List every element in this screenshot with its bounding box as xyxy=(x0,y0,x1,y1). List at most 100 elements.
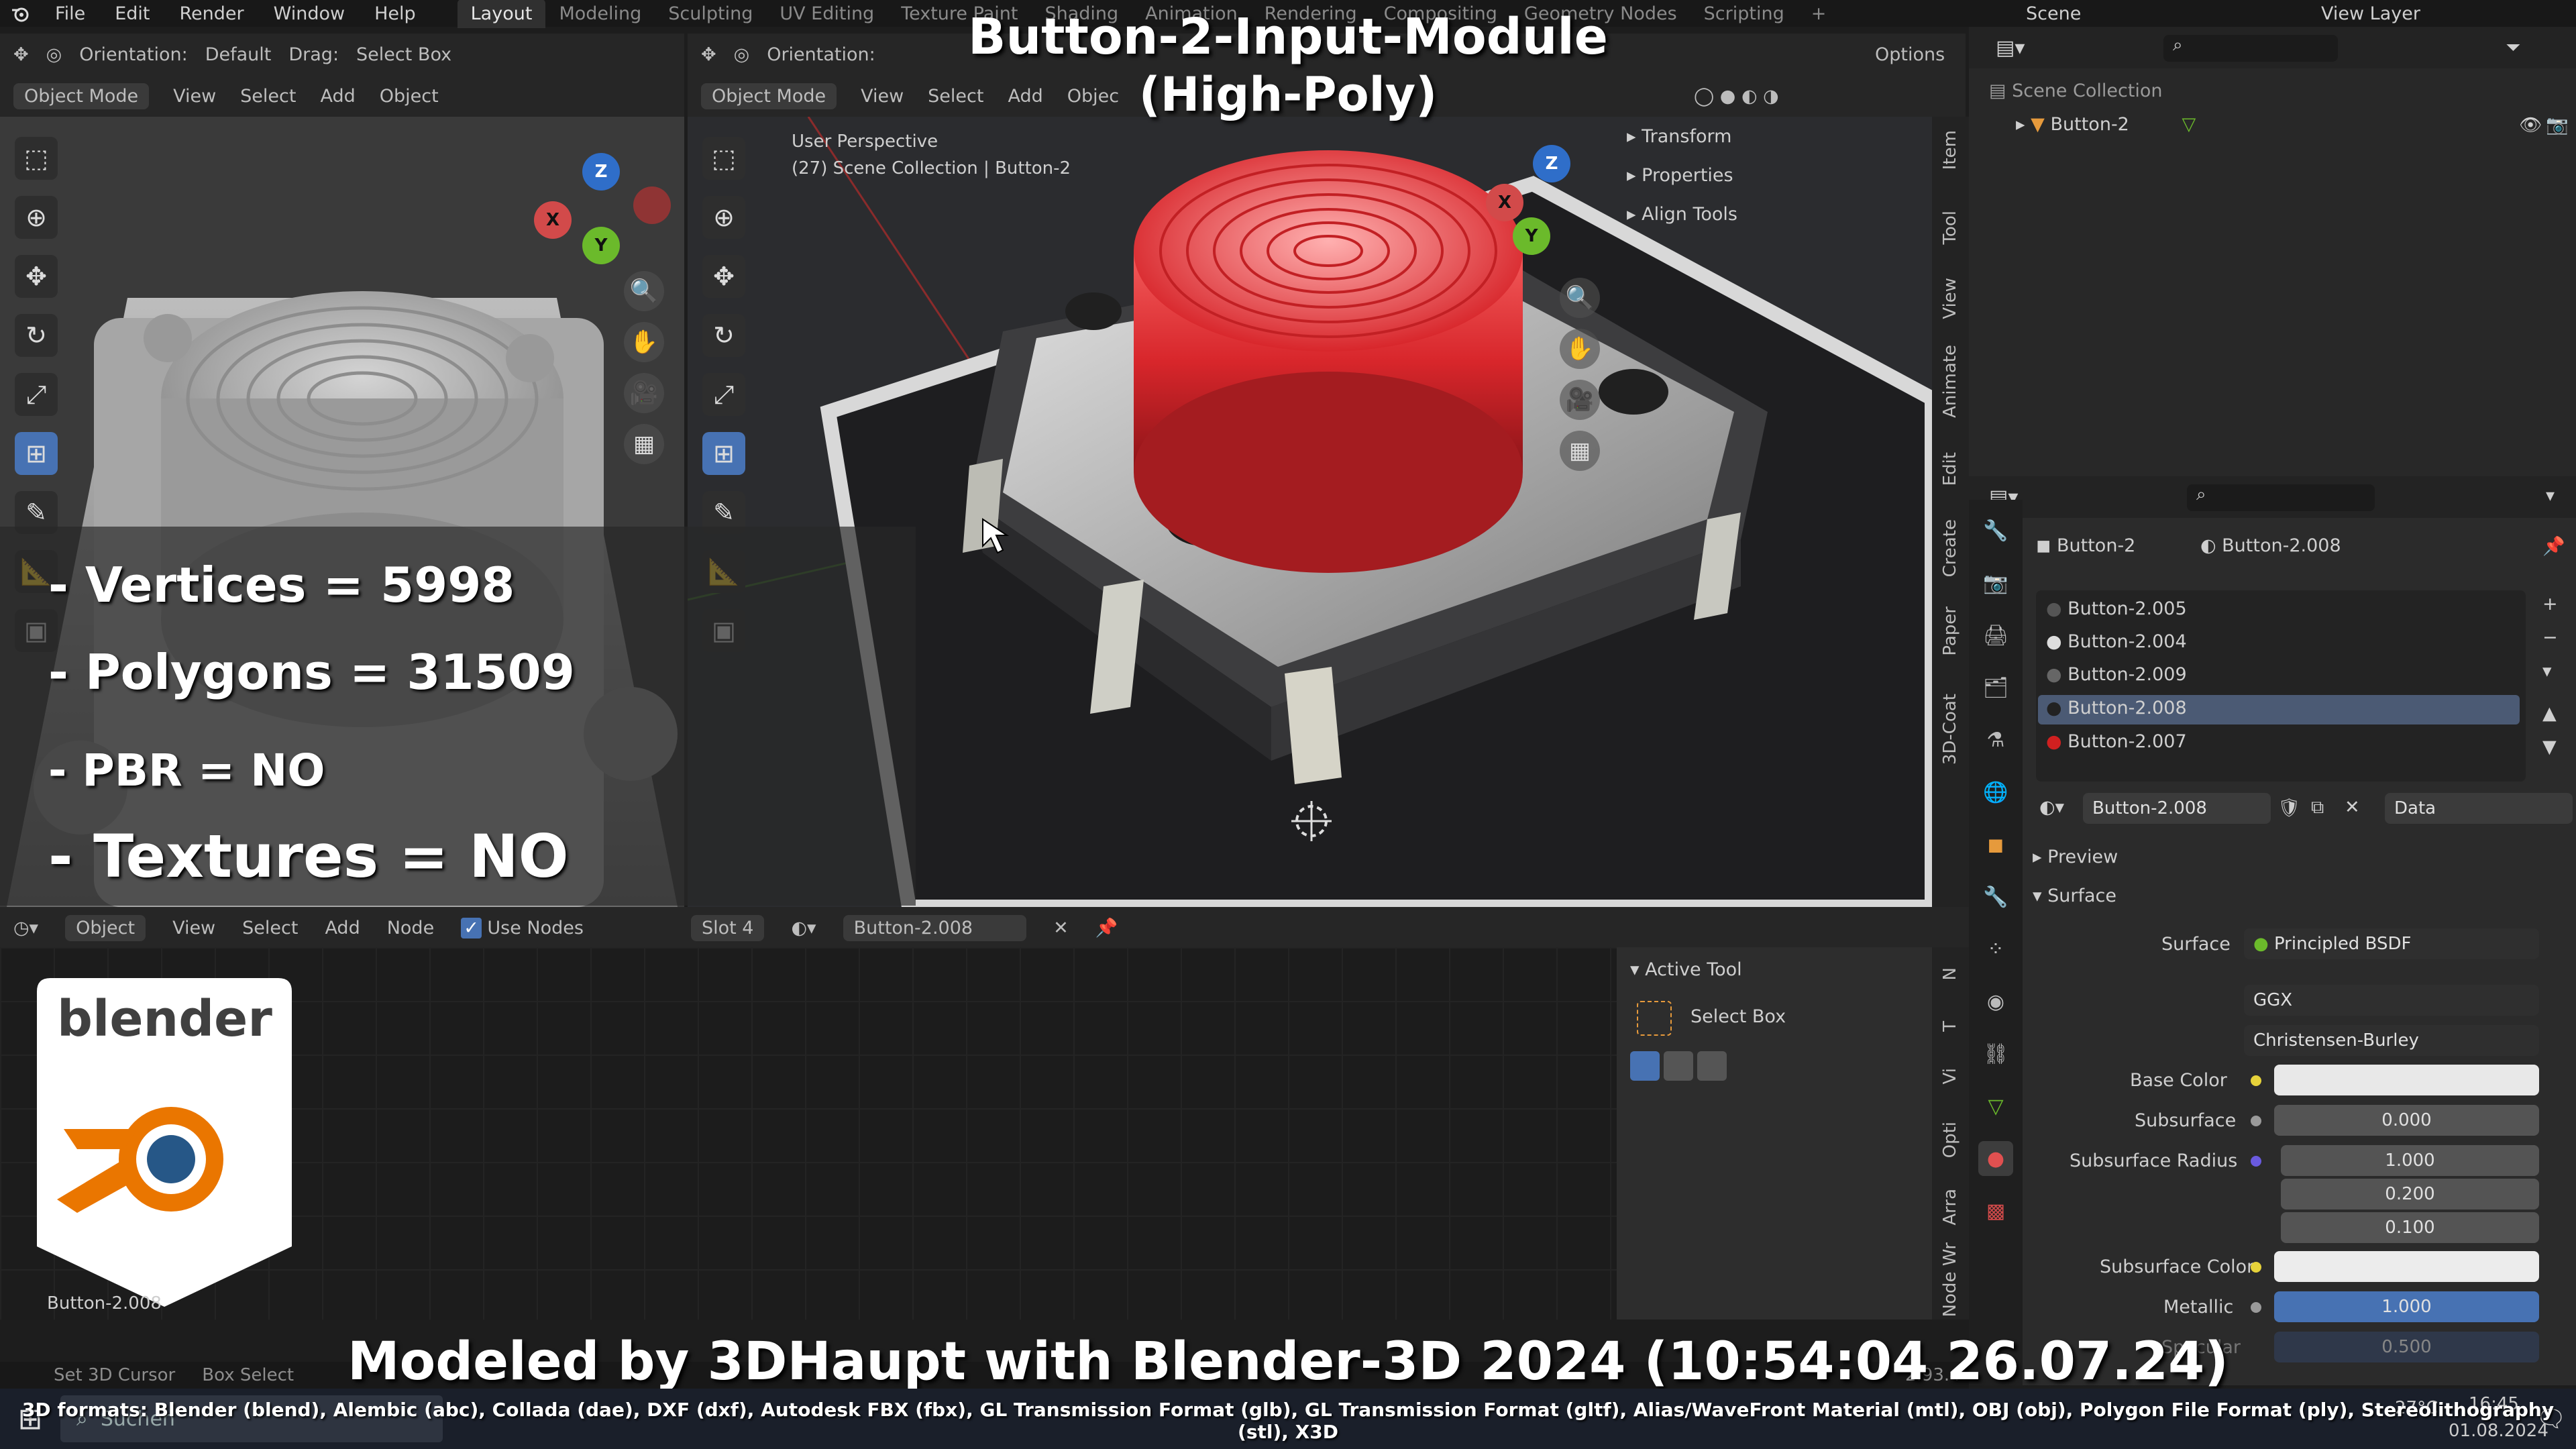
render-icon[interactable]: 📷 xyxy=(1978,566,2013,600)
add-menu[interactable]: Add xyxy=(325,918,360,938)
render-camera-icon[interactable]: 📷 xyxy=(2546,114,2569,136)
socket-dot[interactable] xyxy=(2251,1116,2261,1126)
subsurface-field[interactable]: 0.000 xyxy=(2274,1105,2539,1136)
material-name-field[interactable]: Button-2.008 xyxy=(843,914,1027,941)
tool-icon[interactable]: 🔧 xyxy=(1978,513,2013,548)
tab-node-wrangler[interactable]: Node Wr xyxy=(1940,1242,1960,1317)
tab-edit[interactable]: Edit xyxy=(1940,452,1960,486)
world-icon[interactable]: 🌐 xyxy=(1978,775,2013,810)
shader-type-dropdown[interactable]: Object xyxy=(65,914,146,941)
physics-icon[interactable]: ◉ xyxy=(1978,984,2013,1019)
material-slot[interactable]: ● Button-2.009 xyxy=(2046,664,2187,685)
unlink-close-icon[interactable]: ✕ xyxy=(2345,797,2360,818)
scene-icon[interactable]: ⚗ xyxy=(1978,722,2013,757)
move-up-icon[interactable]: ▲ xyxy=(2542,703,2557,724)
gizmo-neg-x-axis[interactable] xyxy=(633,186,671,224)
select-box-tool-icon[interactable] xyxy=(1637,1001,1672,1036)
tab-opti[interactable]: Opti xyxy=(1940,1122,1960,1158)
properties-search-input[interactable]: ⌕ xyxy=(2187,484,2375,511)
outliner-item-button-2[interactable]: ▸ ▼ Button-2 ▽ xyxy=(2016,114,2196,135)
chevron-down-icon[interactable]: ▾ xyxy=(2546,486,2555,506)
node-menu[interactable]: Node xyxy=(387,918,434,938)
tab-view[interactable]: View xyxy=(1940,278,1960,319)
move-tool-icon[interactable]: ✥ xyxy=(15,255,58,298)
selection-mode-extend-icon[interactable] xyxy=(1664,1051,1693,1081)
move-tool-icon[interactable]: ✥ xyxy=(702,255,745,298)
tab-item[interactable]: Item xyxy=(1940,130,1960,170)
tab-3d-coat[interactable]: 3D-Coat xyxy=(1940,694,1960,765)
object-data-icon[interactable]: ▽ xyxy=(1978,1089,2013,1124)
base-color-swatch[interactable] xyxy=(2274,1065,2539,1095)
pan-hand-icon[interactable]: ✋ xyxy=(1560,329,1600,369)
texture-icon[interactable]: ▩ xyxy=(1978,1193,2013,1228)
gizmo-y-axis[interactable]: Y xyxy=(1513,217,1550,255)
constraints-icon[interactable]: ⛓ xyxy=(1978,1036,2013,1071)
radius-x-field[interactable]: 1.000 xyxy=(2281,1145,2539,1176)
socket-dot[interactable] xyxy=(2251,1302,2261,1313)
move-down-icon[interactable]: ▼ xyxy=(2542,737,2557,757)
output-icon[interactable]: 🖨 xyxy=(1978,618,2013,653)
select-tool-icon[interactable]: ⬚ xyxy=(15,137,58,180)
link-data-dropdown[interactable]: Data xyxy=(2385,793,2573,824)
particles-icon[interactable]: ⁘ xyxy=(1978,932,2013,967)
npanel-align-tools[interactable]: ▸ Align Tools xyxy=(1627,204,1737,225)
material-icon[interactable]: ● xyxy=(1978,1141,2013,1176)
radius-y-field[interactable]: 0.200 xyxy=(2281,1179,2539,1210)
pan-hand-icon[interactable]: ✋ xyxy=(624,322,664,362)
cursor-tool-icon[interactable]: ⊕ xyxy=(702,196,745,239)
slot-dropdown[interactable]: Slot 4 xyxy=(690,914,765,941)
scale-tool-icon[interactable]: ⤢ xyxy=(15,373,58,416)
material-slot[interactable]: ● Button-2.007 xyxy=(2046,731,2187,752)
material-slot[interactable]: ● Button-2.005 xyxy=(2046,598,2187,619)
remove-slot-icon[interactable]: − xyxy=(2542,627,2558,648)
transform-tool-icon[interactable]: ⊞ xyxy=(702,432,745,475)
select-menu[interactable]: Select xyxy=(242,918,298,938)
use-nodes-checkbox[interactable]: ✓ Use Nodes xyxy=(461,917,584,938)
tab-vi[interactable]: Vi xyxy=(1940,1068,1960,1084)
material-slot[interactable]: ● Button-2.004 xyxy=(2046,631,2187,652)
selection-mode-new-icon[interactable] xyxy=(1630,1051,1660,1081)
subsurface-method-dropdown[interactable]: Christensen-Burley xyxy=(2244,1025,2539,1056)
surface-section[interactable]: ▾ Surface xyxy=(2033,885,2116,906)
ortho-grid-icon[interactable]: ▦ xyxy=(1560,431,1600,471)
tab-arra[interactable]: Arra xyxy=(1940,1189,1960,1226)
active-tool-section[interactable]: ▾ Active Tool xyxy=(1630,959,1742,980)
socket-dot[interactable] xyxy=(2251,1156,2261,1167)
subsurface-color-swatch[interactable] xyxy=(2274,1251,2539,1282)
surface-shader-field[interactable]: ● Principled BSDF xyxy=(2244,928,2539,959)
view-layer-icon[interactable]: 🗂 xyxy=(1978,670,2013,705)
distribution-dropdown[interactable]: GGX xyxy=(2244,985,2539,1016)
ortho-grid-icon[interactable]: ▦ xyxy=(624,424,664,464)
npanel-transform[interactable]: ▸ Transform xyxy=(1627,126,1731,147)
unlink-close-icon[interactable]: ✕ xyxy=(1053,918,1069,938)
gizmo-y-axis[interactable]: Y xyxy=(582,227,620,264)
transform-tool-icon[interactable]: ⊞ xyxy=(15,432,58,475)
camera-view-icon[interactable]: 🎥 xyxy=(624,373,664,413)
modifier-wrench-icon[interactable]: 🔧 xyxy=(1978,879,2013,914)
gizmo-x-axis[interactable]: X xyxy=(534,201,572,239)
cursor-tool-icon[interactable]: ⊕ xyxy=(15,196,58,239)
material-browse-icon[interactable]: ◐▾ xyxy=(791,918,816,938)
material-slot-selected[interactable]: ● Button-2.008 xyxy=(2046,698,2187,718)
tab-animate[interactable]: Animate xyxy=(1940,345,1960,418)
zoom-icon[interactable]: 🔍 xyxy=(1560,278,1600,318)
rotate-tool-icon[interactable]: ↻ xyxy=(702,314,745,357)
pin-icon[interactable]: 📌 xyxy=(2542,535,2565,557)
tab-paper[interactable]: Paper xyxy=(1940,606,1960,656)
metallic-slider[interactable]: 1.000 xyxy=(2274,1291,2539,1322)
tab-create[interactable]: Create xyxy=(1940,519,1960,577)
gizmo-z-axis[interactable]: Z xyxy=(1533,145,1570,182)
filter-icon[interactable]: ⏷ xyxy=(2506,36,2520,59)
gizmo-z-axis[interactable]: Z xyxy=(582,153,620,191)
rotate-tool-icon[interactable]: ↻ xyxy=(15,314,58,357)
selection-mode-subtract-icon[interactable] xyxy=(1697,1051,1727,1081)
select-tool-icon[interactable]: ⬚ xyxy=(702,137,745,180)
scale-tool-icon[interactable]: ⤢ xyxy=(702,373,745,416)
tab-n[interactable]: N xyxy=(1940,967,1960,980)
pin-icon[interactable]: 📌 xyxy=(1095,917,1118,938)
radius-z-field[interactable]: 0.100 xyxy=(2281,1212,2539,1243)
slot-specials-icon[interactable]: ▾ xyxy=(2542,661,2552,682)
gizmo-x-axis[interactable]: X xyxy=(1486,184,1523,221)
view-menu[interactable]: View xyxy=(172,918,215,938)
npanel-properties[interactable]: ▸ Properties xyxy=(1627,165,1733,186)
